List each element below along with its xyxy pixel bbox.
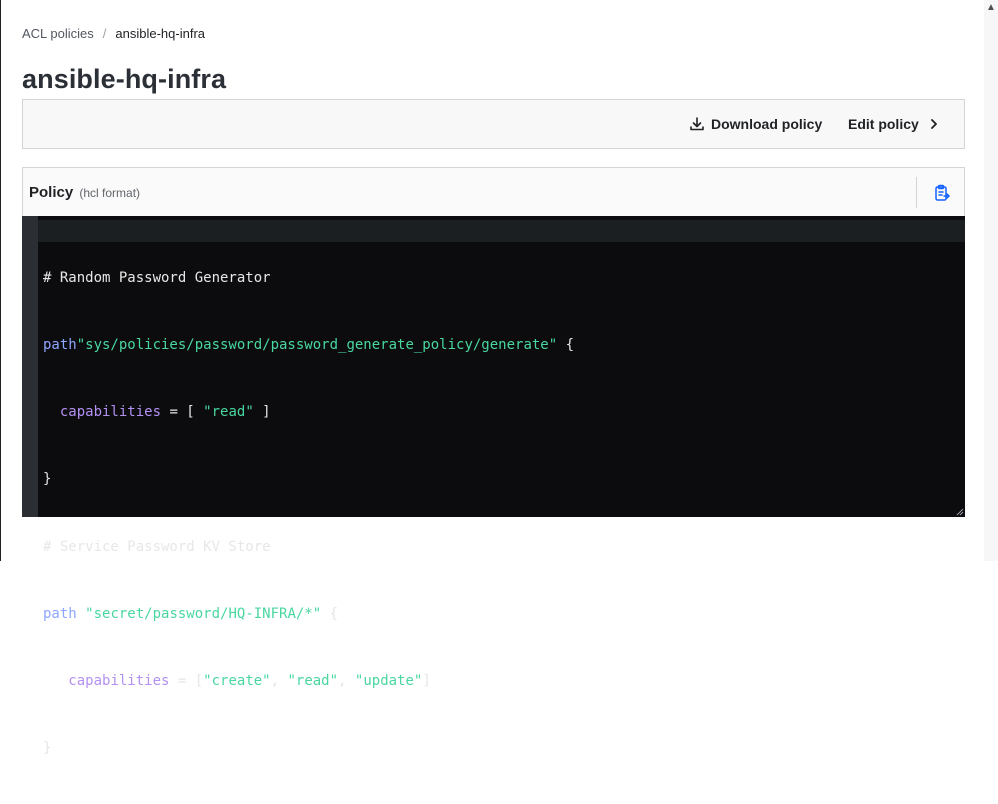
code-punct: ,: [338, 673, 355, 690]
code-string: "update": [354, 673, 423, 690]
code-punct: }: [43, 471, 52, 488]
code-line: path"sys/policies/password/password_gene…: [43, 334, 574, 356]
code-line: capabilities = [ "read" ]: [43, 401, 574, 423]
policy-header: Policy (hcl format): [22, 167, 965, 217]
code-string: "read": [287, 673, 339, 690]
code-keyword: path: [43, 337, 77, 354]
code-comment: # Random Password Generator: [43, 269, 271, 286]
code-line: }: [43, 737, 574, 759]
clipboard-icon: [929, 180, 955, 206]
breadcrumb: ACL policies / ansible-hq-infra: [22, 26, 205, 41]
editor-gutter: [22, 216, 38, 517]
download-icon: [689, 116, 705, 132]
code-editor[interactable]: # Random Password Generator path"sys/pol…: [22, 216, 965, 756]
code-line: # Service Password KV Store: [43, 536, 574, 558]
policy-title: Policy (hcl format): [29, 184, 140, 201]
policy-title-text: Policy: [29, 184, 74, 201]
edit-policy-button[interactable]: Edit policy: [848, 100, 941, 148]
code-punct: }: [43, 740, 52, 757]
code-operator: = [: [161, 404, 204, 421]
code-punct: {: [321, 605, 339, 622]
chevron-right-icon: [927, 117, 941, 131]
code-string: "create": [203, 673, 271, 690]
scrollbar[interactable]: ▲: [984, 0, 998, 561]
code-punct: ]: [253, 404, 271, 421]
code-line: capabilities = ["create", "read", "updat…: [43, 670, 574, 692]
breadcrumb-current: ansible-hq-infra: [115, 26, 206, 41]
download-policy-button[interactable]: Download policy: [689, 100, 822, 148]
code-punct: ,: [270, 673, 288, 690]
code-string: "secret/password/HQ-INFRA/*": [85, 605, 322, 622]
policy-format-label: (hcl format): [79, 186, 141, 200]
header-divider: [916, 177, 917, 208]
code-keyword: path: [43, 605, 77, 622]
code-property: capabilities: [68, 673, 170, 690]
code-punct: ]: [422, 673, 431, 690]
download-policy-label: Download policy: [711, 116, 823, 132]
code-line: path "secret/password/HQ-INFRA/*" {: [43, 603, 574, 625]
resize-handle-icon[interactable]: [956, 508, 964, 516]
code-operator: = [: [169, 673, 204, 690]
code-string: "read": [203, 404, 254, 421]
toolbar: Download policy Edit policy: [22, 99, 965, 149]
copy-policy-button[interactable]: [929, 180, 955, 206]
code-punct: {: [557, 337, 575, 354]
breadcrumb-separator: /: [102, 26, 107, 41]
code-line: }: [43, 468, 574, 490]
edit-policy-label: Edit policy: [848, 116, 919, 132]
code-property: capabilities: [59, 404, 162, 421]
code-content[interactable]: # Random Password Generator path"sys/pol…: [43, 222, 574, 804]
code-line: # Random Password Generator: [43, 267, 574, 289]
breadcrumb-acl-policies-link[interactable]: ACL policies: [22, 26, 94, 41]
page-title: ansible-hq-infra: [22, 64, 227, 94]
scroll-up-arrow-icon[interactable]: ▲: [985, 2, 997, 14]
code-comment: # Service Password KV Store: [43, 538, 271, 555]
window-edge: [0, 0, 1, 561]
code-string: "sys/policies/password/password_generate…: [76, 337, 558, 354]
